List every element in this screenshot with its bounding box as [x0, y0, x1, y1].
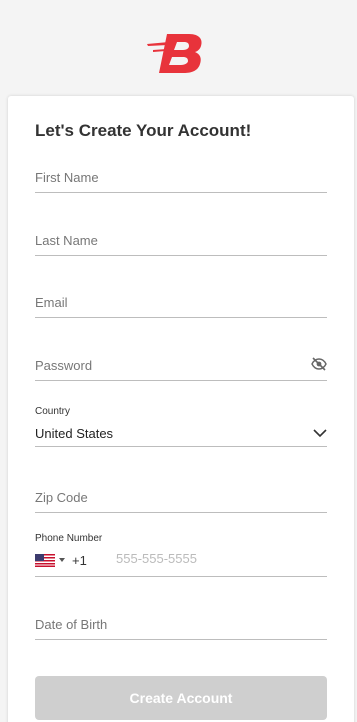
create-account-button[interactable]: Create Account	[35, 676, 327, 720]
last-name-placeholder: Last Name	[35, 233, 98, 248]
phone-number-field[interactable]: Phone Number +1 555-555-5555	[35, 532, 327, 577]
phone-number-label: Phone Number	[35, 533, 103, 544]
signup-card: Let's Create Your Account! First Name La…	[8, 96, 354, 722]
email-field[interactable]: Email	[35, 293, 327, 318]
brand-logo	[147, 34, 202, 73]
password-field[interactable]: Password	[35, 356, 327, 381]
country-value: United States	[35, 426, 114, 441]
password-placeholder: Password	[35, 358, 93, 373]
country-select[interactable]: Country United States	[35, 406, 327, 447]
first-name-field[interactable]: First Name	[35, 168, 327, 193]
country-label: Country	[35, 406, 71, 417]
email-placeholder: Email	[35, 295, 68, 310]
phone-number-placeholder: 555-555-5555	[116, 551, 197, 566]
caret-down-icon	[59, 558, 65, 562]
date-of-birth-placeholder: Date of Birth	[35, 617, 108, 632]
zip-code-placeholder: Zip Code	[35, 490, 88, 505]
date-of-birth-field[interactable]: Date of Birth	[35, 615, 327, 640]
chevron-down-icon	[313, 429, 327, 438]
country-code-selector[interactable]: +1	[35, 552, 87, 568]
us-flag-icon	[35, 553, 55, 567]
zip-code-field[interactable]: Zip Code	[35, 488, 327, 513]
first-name-placeholder: First Name	[35, 170, 99, 185]
last-name-field[interactable]: Last Name	[35, 231, 327, 256]
page-title: Let's Create Your Account!	[35, 121, 252, 140]
eye-slash-icon[interactable]	[311, 356, 327, 372]
country-code: +1	[72, 552, 87, 568]
